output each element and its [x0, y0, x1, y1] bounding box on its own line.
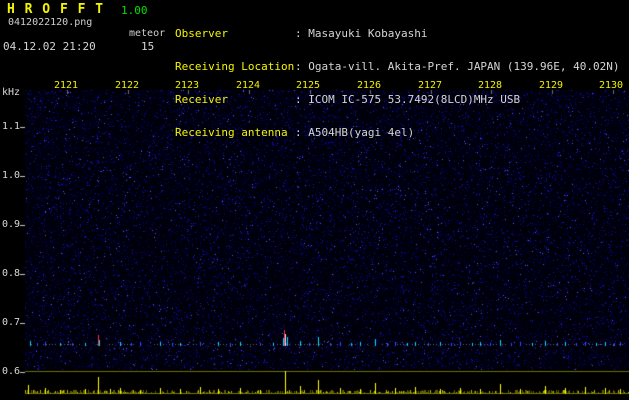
colon: :: [295, 60, 309, 73]
info-label: Receiving antenna: [175, 126, 288, 139]
output-filename: 0412022120.png: [8, 17, 93, 28]
freq-label: 0.9: [2, 219, 21, 230]
time-label: 2123: [175, 80, 200, 91]
hrofft-screen: { "app": { "title": "H R O F F T", "vers…: [0, 0, 629, 400]
info-label: Observer: [175, 27, 228, 40]
colon: :: [295, 126, 309, 139]
info-row-antenna: Receiving antenna: A504HB(yagi 4el): [175, 127, 620, 138]
info-value: ICOM IC-575 53.7492(8LCD)MHz USB: [308, 93, 521, 106]
time-label: 2125: [296, 80, 321, 91]
info-value: A504HB(yagi 4el): [308, 126, 415, 139]
freq-label: 0.7: [2, 317, 21, 328]
time-label: 2127: [418, 80, 443, 91]
time-label: 2121: [54, 80, 79, 91]
freq-axis-unit: kHz: [2, 87, 21, 98]
info-row-receiver: Receiver: ICOM IC-575 53.7492(8LCD)MHz U…: [175, 94, 620, 105]
station-info-panel: Observer: Masayuki Kobayashi Receiving L…: [175, 6, 620, 149]
time-label: 2124: [236, 80, 261, 91]
app-title: H R O F F T: [7, 2, 105, 17]
info-value: Ogata-vill. Akita-Pref. JAPAN (139.96E, …: [308, 60, 620, 73]
app-version: 1.00: [121, 4, 148, 17]
info-row-observer: Observer: Masayuki Kobayashi: [175, 28, 620, 39]
freq-label: 0.6: [2, 366, 21, 377]
time-label: 2130: [599, 80, 624, 91]
time-label: 2126: [357, 80, 382, 91]
time-label: 2129: [539, 80, 564, 91]
info-value: Masayuki Kobayashi: [308, 27, 428, 40]
time-label: 2128: [478, 80, 503, 91]
echo-count: 15: [141, 40, 155, 53]
time-label: 2122: [115, 80, 140, 91]
timestamp: 04.12.02 21:20: [3, 40, 96, 53]
freq-label: 1.0: [2, 170, 21, 181]
colon: :: [295, 93, 309, 106]
info-label: Receiving Location: [175, 60, 295, 73]
colon: :: [295, 27, 309, 40]
info-row-location: Receiving Location: Ogata-vill. Akita-Pr…: [175, 61, 620, 72]
freq-label: 1.1: [2, 121, 21, 132]
mode-label: meteor: [129, 28, 166, 39]
freq-label: 0.8: [2, 268, 21, 279]
info-label: Receiver: [175, 93, 228, 106]
